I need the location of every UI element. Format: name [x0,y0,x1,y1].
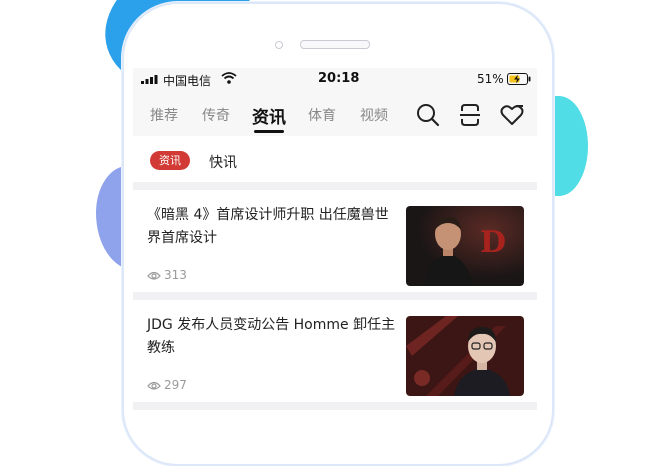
tab-news[interactable]: 资讯 [252,103,286,128]
news-thumbnail: D [406,206,524,286]
battery-charging-icon [507,73,531,85]
view-count: 297 [147,378,187,392]
subnav-tag-news[interactable]: 资讯 [150,151,190,170]
news-card[interactable]: JDG 发布人员变动公告 Homme 卸任主教练 297 [133,300,537,402]
active-tab-indicator [254,130,284,133]
search-icon[interactable] [415,102,441,128]
heart-plus-icon[interactable] [499,102,525,128]
view-count: 313 [147,268,187,282]
tab-recommend[interactable]: 推荐 [150,105,178,125]
tab-video[interactable]: 视频 [360,105,388,125]
subnav-tab-flash[interactable]: 快讯 [209,152,237,172]
view-count-value: 297 [164,378,187,392]
wifi-icon [221,72,237,84]
views-eye-icon [147,271,161,280]
news-card-title: JDG 发布人员变动公告 Homme 卸任主教练 [147,317,396,356]
app-screen: 中国电信 20:18 51% 推荐 传奇 资讯 体育 视频 资讯 快讯 《暗黑 … [133,68,537,428]
scan-icon[interactable] [457,102,483,128]
status-time: 20:18 [318,71,360,86]
earpiece-speaker [300,40,370,49]
view-count-value: 313 [164,268,187,282]
cellular-signal-icon [141,75,158,84]
battery-percent: 51% [477,72,504,86]
news-card[interactable] [133,410,537,428]
news-card[interactable]: 《暗黑 4》首席设计师升职 出任魔兽世界首席设计 313 D [133,190,537,292]
thumbnail-logo-mark: D [480,225,506,260]
news-thumbnail [406,316,524,396]
designer-portrait-image: D [406,206,524,286]
news-card-title: 《暗黑 4》首席设计师升职 出任魔兽世界首席设计 [147,207,389,246]
tab-legend[interactable]: 传奇 [202,105,230,125]
status-bar: 中国电信 20:18 51% [133,68,537,90]
category-tab-bar: 推荐 传奇 资讯 体育 视频 [133,90,537,136]
carrier-name: 中国电信 [163,74,212,88]
sub-navigation: 资讯 快讯 [133,136,537,182]
front-camera [275,41,283,49]
coach-portrait-image [406,316,524,396]
views-eye-icon [147,381,161,390]
tab-sports[interactable]: 体育 [308,105,336,125]
